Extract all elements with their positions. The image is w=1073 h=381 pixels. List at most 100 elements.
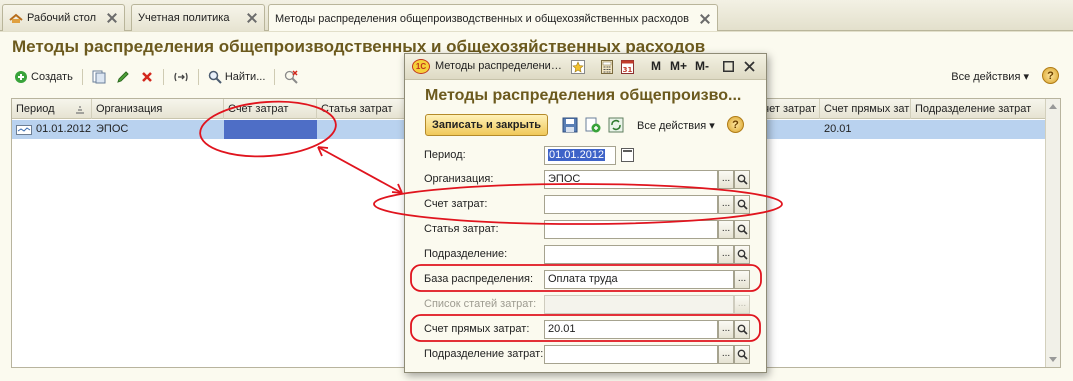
select-button[interactable]: ... <box>718 345 734 364</box>
cell-organization: ЭПОС <box>96 123 129 135</box>
dialog-heading: Методы распределения общепроизво... <box>425 87 742 104</box>
delete-icon <box>141 72 152 82</box>
calendar-icon[interactable]: 31 <box>621 60 634 74</box>
distribution-base-input[interactable]: Оплата труда <box>544 270 734 289</box>
cancel-search-icon <box>285 70 299 84</box>
dialog-title: Методы распределения... <box>435 60 565 72</box>
column-period[interactable]: Период <box>12 99 92 119</box>
record-dialog: 1С Методы распределения... 31 M M+ M- Ме… <box>404 53 767 373</box>
cell-period: 01.01.2012 <box>12 120 92 139</box>
favorite-icon[interactable] <box>571 60 585 74</box>
create-based-on-icon[interactable] <box>585 117 601 133</box>
memory-plus-button[interactable]: M+ <box>670 59 687 73</box>
cost-item-input[interactable] <box>544 220 718 239</box>
find-button[interactable]: Найти... <box>204 68 270 86</box>
create-label: Создать <box>31 71 73 83</box>
save-icon[interactable] <box>562 117 578 133</box>
search-icon <box>737 199 748 210</box>
field-cost-account: Счет затрат: ... <box>405 195 768 215</box>
cell-cost-account[interactable] <box>224 120 317 139</box>
cancel-search-button[interactable] <box>280 68 302 86</box>
field-period: Период: 01.01.2012 <box>405 146 768 166</box>
edit-button[interactable] <box>112 68 134 86</box>
memory-button[interactable]: M <box>651 59 661 73</box>
cell-direct-cost-account: 20.01 <box>824 123 852 135</box>
toolbar-divider <box>81 69 83 85</box>
create-button[interactable]: Создать <box>10 68 77 86</box>
maximize-icon[interactable] <box>723 61 734 72</box>
direct-cost-account-input[interactable]: 20.01 <box>544 320 718 339</box>
find-label: Найти... <box>224 71 266 83</box>
tab-label: Методы распределения общепроизводственны… <box>275 12 689 25</box>
memory-minus-button[interactable]: M- <box>695 59 709 73</box>
open-button[interactable] <box>734 170 750 189</box>
select-button[interactable]: ... <box>718 220 734 239</box>
tab-desktop[interactable]: Рабочий стол <box>2 4 125 31</box>
column-cost-account-2[interactable]: Счет затрат <box>767 99 820 119</box>
field-cost-item: Статья затрат: ... <box>405 220 768 240</box>
open-button[interactable] <box>734 220 750 239</box>
tab-label: Учетная политика <box>138 12 230 24</box>
close-icon[interactable] <box>744 61 755 72</box>
column-cost-department[interactable]: Подразделение затрат <box>911 99 1046 119</box>
close-icon[interactable] <box>699 13 711 25</box>
help-icon[interactable]: ? <box>727 116 744 133</box>
vertical-scrollbar[interactable] <box>1045 99 1060 367</box>
toolbar-divider <box>197 69 199 85</box>
tab-distribution-methods[interactable]: Методы распределения общепроизводственны… <box>268 4 718 32</box>
close-icon[interactable] <box>106 12 118 24</box>
field-direct-cost-account: Счет прямых затрат: 20.01 ... <box>405 320 768 340</box>
period-input[interactable]: 01.01.2012 <box>544 146 616 165</box>
search-icon <box>737 349 748 360</box>
scroll-down-icon[interactable] <box>1049 357 1057 362</box>
cell-cost-item <box>317 120 405 139</box>
svg-text:31: 31 <box>623 66 633 74</box>
search-icon <box>737 249 748 260</box>
department-input[interactable] <box>544 245 718 264</box>
toolbar-divider <box>274 69 276 85</box>
open-button[interactable] <box>734 320 750 339</box>
tab-label: Рабочий стол <box>27 12 97 24</box>
tab-accounting-policy[interactable]: Учетная политика <box>131 4 265 31</box>
save-and-close-button[interactable]: Записать и закрыть <box>425 114 549 136</box>
scroll-up-icon[interactable] <box>1049 104 1057 109</box>
sort-ascending-icon <box>76 106 84 114</box>
interval-button[interactable] <box>169 68 193 86</box>
interval-icon <box>174 72 188 82</box>
calculator-icon[interactable] <box>601 60 613 74</box>
cost-item-list-input <box>544 295 734 314</box>
close-icon[interactable] <box>246 12 258 24</box>
toolbar-divider <box>162 69 164 85</box>
field-department: Подразделение: ... <box>405 245 768 265</box>
column-cost-item[interactable]: Статья затрат <box>317 99 405 119</box>
column-cost-account[interactable]: Счет затрат <box>224 99 317 119</box>
delete-button[interactable] <box>136 68 158 86</box>
help-icon[interactable]: ? <box>1042 67 1059 84</box>
column-organization[interactable]: Организация <box>92 99 224 119</box>
search-icon <box>208 70 222 84</box>
copy-icon <box>92 70 106 84</box>
pencil-icon <box>117 71 129 83</box>
select-button[interactable]: ... <box>718 195 734 214</box>
search-icon <box>737 174 748 185</box>
field-cost-department: Подразделение затрат: ... <box>405 345 768 365</box>
select-button[interactable]: ... <box>718 320 734 339</box>
field-organization: Организация: ЭПОС ... <box>405 170 768 190</box>
open-button[interactable] <box>734 245 750 264</box>
column-direct-cost-account[interactable]: Счет прямых затрат <box>820 99 911 119</box>
select-button[interactable]: ... <box>734 270 750 289</box>
cost-department-input[interactable] <box>544 345 718 364</box>
dialog-all-actions-menu[interactable]: Все действия <box>637 119 715 132</box>
refresh-icon[interactable] <box>608 117 624 133</box>
add-icon <box>15 71 27 83</box>
organization-input[interactable]: ЭПОС <box>544 170 718 189</box>
copy-button[interactable] <box>88 68 110 86</box>
all-actions-menu[interactable]: Все действия <box>951 70 1029 83</box>
cost-account-input[interactable] <box>544 195 718 214</box>
open-button[interactable] <box>734 195 750 214</box>
calendar-icon[interactable] <box>621 148 634 162</box>
select-button[interactable]: ... <box>718 245 734 264</box>
desktop-icon <box>9 13 23 23</box>
open-button[interactable] <box>734 345 750 364</box>
select-button[interactable]: ... <box>718 170 734 189</box>
